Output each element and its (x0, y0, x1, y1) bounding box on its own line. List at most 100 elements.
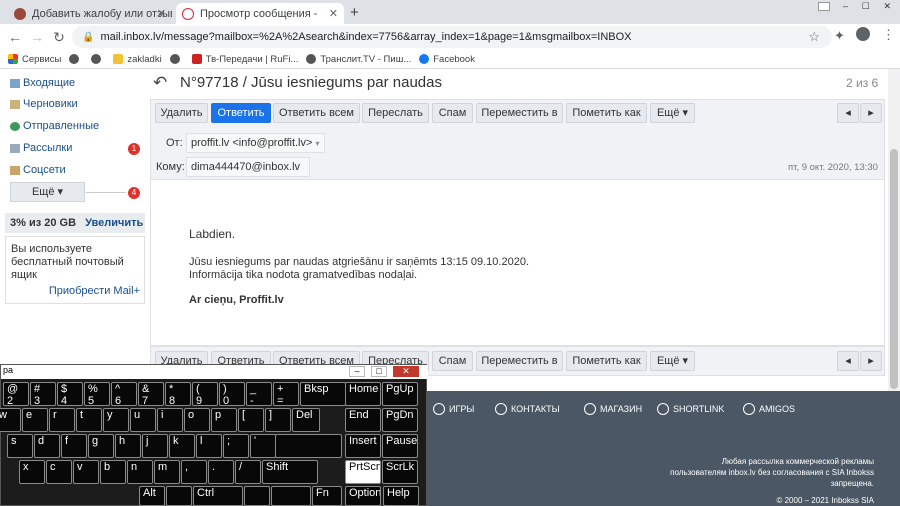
maximize-icon[interactable]: ☐ (862, 1, 870, 13)
minimize-icon[interactable]: – (843, 1, 848, 13)
more-actions-button[interactable]: Ещё ▾ (650, 103, 695, 123)
key-options[interactable]: Options (345, 486, 381, 506)
key-insert[interactable]: Insert (345, 434, 381, 458)
key-[interactable]: ' (250, 434, 276, 458)
key-[interactable]: , (181, 460, 207, 484)
bookmark-translit[interactable]: Транслит.TV - Пиш... (306, 54, 411, 65)
key-shift[interactable]: Shift (262, 460, 318, 484)
bookmark-zakladki[interactable]: zakladki (113, 54, 162, 65)
key-u[interactable]: u (130, 408, 156, 432)
spam-button[interactable]: Спам (432, 103, 473, 123)
key-t[interactable]: t (76, 408, 102, 432)
key-pgup[interactable]: PgUp (382, 382, 418, 406)
key-9[interactable]: (9 (192, 382, 218, 406)
key-y[interactable]: y (103, 408, 129, 432)
key-s[interactable]: s (7, 434, 33, 458)
from-address-chip[interactable]: proffit.lv <info@proffit.lv> ▾ (186, 133, 325, 153)
key-end[interactable]: End (345, 408, 381, 432)
next-message-icon[interactable]: ▸ (860, 351, 882, 371)
close-icon[interactable]: ✕ (157, 7, 166, 20)
back-arrow-icon[interactable]: ↶ (153, 73, 167, 93)
move-to-button[interactable]: Переместить в (476, 103, 563, 123)
delete-button[interactable]: Удалить (155, 103, 208, 123)
key-[interactable]: . (208, 460, 234, 484)
key-l[interactable]: l (196, 434, 222, 458)
close-icon[interactable]: ✕ (329, 7, 338, 20)
bookmark-star-icon[interactable]: ☆ (808, 29, 820, 45)
back-icon[interactable]: ← (4, 29, 26, 45)
key-7[interactable]: & 7 (138, 382, 164, 406)
prev-message-icon[interactable]: ◂ (837, 351, 859, 371)
key-b[interactable]: b (100, 460, 126, 484)
footer-link-games[interactable]: ИГРЫ (433, 403, 474, 415)
close-icon[interactable]: ✕ (393, 366, 419, 377)
reply-all-button[interactable]: Ответить всем (273, 103, 360, 123)
key-pause[interactable]: Pause (382, 434, 418, 458)
key-h[interactable]: h (115, 434, 141, 458)
move-to-button-bottom[interactable]: Переместить в (476, 351, 563, 371)
bookmark-globe-3[interactable] (169, 54, 184, 64)
sidebar-item-mailings[interactable]: Рассылки (10, 142, 72, 154)
key-j[interactable]: j (142, 434, 168, 458)
key-c[interactable]: c (46, 460, 72, 484)
address-bar[interactable]: 🔒 mail.inbox.lv/message?mailbox=%2A%2Ase… (72, 26, 832, 48)
key-x[interactable]: x (19, 460, 45, 484)
close-window-icon[interactable]: ✕ (884, 1, 892, 13)
key-[interactable] (275, 434, 342, 458)
key-help[interactable]: Help (383, 486, 419, 506)
key-3[interactable]: #3 (30, 382, 56, 406)
maximize-icon[interactable]: □ (371, 366, 387, 377)
to-address-chip[interactable]: dima444470@inbox.lv (186, 157, 310, 177)
key-k[interactable]: k (169, 434, 195, 458)
prev-message-icon[interactable]: ◂ (837, 103, 859, 123)
forward-icon[interactable]: → (26, 29, 48, 45)
key-r[interactable]: r (49, 408, 75, 432)
key-[interactable] (244, 486, 270, 506)
key-4[interactable]: $4 (57, 382, 83, 406)
menu-kebab-icon[interactable]: ⋮ (882, 27, 895, 43)
key-g[interactable]: g (88, 434, 114, 458)
key-0[interactable]: ) 0 (219, 382, 245, 406)
folders-more-button[interactable]: Ещё ▾ (10, 182, 85, 202)
key-[interactable]: [ (238, 408, 264, 432)
key-8[interactable]: * 8 (165, 382, 191, 406)
key-[interactable]: ] (265, 408, 291, 432)
key-[interactable]: ; (223, 434, 249, 458)
footer-link-amigos[interactable]: AMIGOS (743, 403, 795, 415)
key-del[interactable]: Del (292, 408, 320, 432)
key-[interactable]: _ - (246, 382, 272, 406)
key-pgdn[interactable]: PgDn (382, 408, 418, 432)
footer-link-shop[interactable]: МАГАЗИН (584, 403, 642, 415)
key-o[interactable]: o (184, 408, 210, 432)
key-alt[interactable]: Alt (139, 486, 165, 506)
key-bksp[interactable]: Bksp (300, 382, 346, 406)
more-actions-button-bottom[interactable]: Ещё ▾ (650, 351, 695, 371)
key-f[interactable]: f (61, 434, 87, 458)
profile-menu-icon[interactable] (818, 2, 830, 11)
key-prtscn[interactable]: PrtScn (345, 460, 381, 484)
key-i[interactable]: i (157, 408, 183, 432)
tab-complaint[interactable]: Добавить жалобу или отзыв ✕ (8, 3, 172, 24)
reply-button[interactable]: Ответить (211, 103, 271, 123)
extensions-icon[interactable]: ✦ (834, 28, 845, 44)
page-scrollbar[interactable] (888, 69, 900, 391)
key-n[interactable]: n (127, 460, 153, 484)
bookmark-tv[interactable]: Тв-Передачи | RuFi... (191, 54, 298, 65)
storage-upgrade-link[interactable]: Увеличить (85, 217, 143, 229)
key-[interactable]: + = (273, 382, 299, 406)
key-ctrl[interactable]: Ctrl (193, 486, 243, 506)
sidebar-item-inbox[interactable]: Входящие (10, 77, 75, 89)
sidebar-item-sent[interactable]: Отправленные (10, 120, 99, 132)
key-home[interactable]: Home (345, 382, 381, 406)
spam-button-bottom[interactable]: Спам (432, 351, 473, 371)
key-5[interactable]: % 5 (84, 382, 110, 406)
bookmark-facebook[interactable]: Facebook (419, 54, 475, 65)
key-d[interactable]: d (34, 434, 60, 458)
reload-icon[interactable]: ↻ (48, 29, 70, 46)
next-message-icon[interactable]: ▸ (860, 103, 882, 123)
mark-as-button-bottom[interactable]: Пометить как (566, 351, 647, 371)
key-fn[interactable]: Fn (312, 486, 342, 506)
profile-avatar-icon[interactable] (856, 27, 870, 41)
key-2[interactable]: @2 (3, 382, 29, 406)
key-[interactable]: / (235, 460, 261, 484)
